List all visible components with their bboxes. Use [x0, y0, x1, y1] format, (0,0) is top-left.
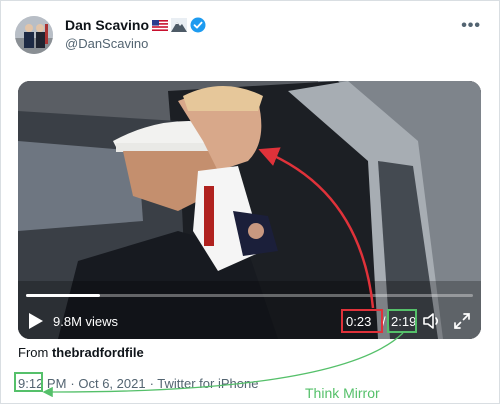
source-attribution: From thebradfordfile	[18, 345, 144, 360]
more-icon[interactable]: •••	[461, 17, 481, 35]
tweet-time[interactable]: 9:12 PM	[18, 376, 66, 391]
volume-icon[interactable]	[422, 311, 442, 331]
avatar[interactable]	[15, 16, 53, 54]
tweet-date[interactable]: · Oct 6, 2021	[70, 376, 145, 391]
source-account-link[interactable]: thebradfordfile	[52, 345, 144, 360]
total-time: 2:19	[391, 314, 417, 329]
tweet-card: Dan Scavino @DanScavino ••• 9.8M views 0…	[0, 0, 500, 404]
author-name[interactable]: Dan Scavino	[65, 17, 149, 33]
fullscreen-icon[interactable]	[453, 312, 471, 330]
progress-fill	[26, 294, 100, 297]
from-prefix: From	[18, 345, 49, 360]
video-frame	[18, 81, 481, 339]
tweet-client[interactable]: · Twitter for iPhone	[150, 376, 259, 391]
tweet-metadata: 9:12 PM · Oct 6, 2021 · Twitter for iPho…	[18, 376, 258, 391]
current-time: 0:23	[346, 314, 372, 329]
time-separator: /	[382, 314, 386, 329]
author-handle[interactable]: @DanScavino	[65, 36, 148, 51]
progress-bar[interactable]	[26, 294, 473, 297]
annotation-label: Think Mirror	[305, 385, 380, 401]
verified-badge-icon	[190, 17, 206, 33]
view-count: 9.8M views	[53, 314, 119, 329]
video-player[interactable]: 9.8M views 0:23 / 2:19	[18, 81, 481, 339]
mountain-icon	[171, 18, 188, 32]
play-icon[interactable]	[28, 312, 44, 330]
us-flag-icon	[152, 19, 169, 31]
